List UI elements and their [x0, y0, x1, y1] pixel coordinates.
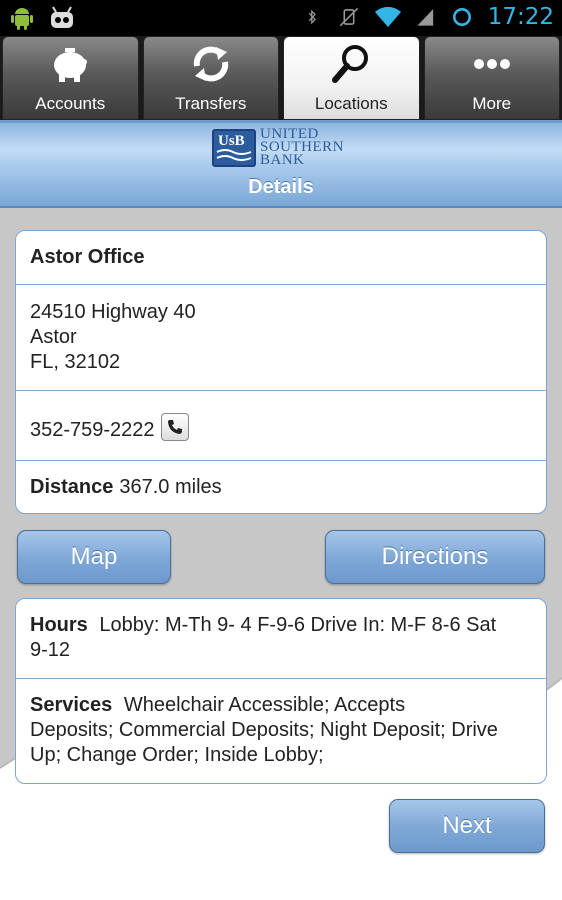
phone-number[interactable]: 352-759-2222: [30, 419, 155, 442]
location-name-row: Astor Office: [16, 231, 546, 285]
services-line-2: Deposits; Commercial Deposits; Night Dep…: [30, 719, 498, 741]
piggy-bank-icon: [54, 48, 88, 82]
magnifier-icon: [332, 45, 369, 83]
wifi-icon: [374, 6, 401, 27]
bank-logo: UsB UNITED SOUTHERN BANK: [212, 126, 345, 168]
address-line-3: FL, 32102: [30, 351, 121, 373]
clock: 17:22: [487, 4, 554, 30]
distance-label: Distance: [30, 475, 114, 498]
map-button[interactable]: Map: [17, 530, 171, 584]
sync-icon: [452, 8, 471, 26]
signal-icon: [417, 9, 433, 26]
logo-band: UsB UNITED SOUTHERN BANK: [0, 120, 562, 168]
status-bar: 17:22: [0, 0, 562, 36]
hours-line-2: 9-12: [30, 639, 71, 661]
bank-logo-text: UNITED SOUTHERN BANK: [260, 126, 345, 168]
next-button[interactable]: Next: [389, 799, 545, 853]
services-line-1: Wheelchair Accessible; Accepts: [123, 694, 406, 716]
bluetooth-icon: [308, 9, 316, 25]
tab-accounts[interactable]: Accounts: [0, 36, 141, 120]
services-line-3: Up; Change Order; Inside Lobby;: [30, 744, 324, 766]
location-name: Astor Office: [30, 246, 145, 268]
hours-line-1: Lobby: M-Th 9- 4 F-9-6 Drive In: M-F 8-6…: [99, 614, 497, 636]
distance-row: Distance 367.0 miles: [16, 461, 546, 513]
directions-button[interactable]: Directions: [325, 530, 545, 584]
bank-logo-mark: UsB: [212, 128, 256, 167]
address-line-1: 24510 Highway 40: [30, 301, 196, 323]
transfer-arrows-icon: [193, 46, 228, 82]
android-icon: [11, 8, 33, 30]
phone-row: 352-759-2222: [16, 391, 546, 461]
address-row: 24510 Highway 40 Astor FL, 32102: [16, 285, 546, 391]
tab-bar: Accounts Transfers Locations More: [0, 36, 562, 120]
cyanogen-icon: [51, 6, 73, 28]
vibrate-off-icon: [339, 7, 358, 27]
tab-locations[interactable]: Locations: [281, 36, 422, 120]
services-label: Services: [30, 694, 113, 716]
hours-row: Hours Lobby: M-Th 9- 4 F-9-6 Drive In: M…: [16, 599, 546, 679]
phone-call-icon[interactable]: [160, 412, 189, 441]
tab-transfers[interactable]: Transfers: [141, 36, 282, 120]
tab-more[interactable]: More: [422, 36, 562, 120]
page-title: Details: [248, 175, 314, 198]
services-row: Services Wheelchair Accessible; Accepts …: [16, 679, 546, 783]
hours-label: Hours: [30, 614, 88, 636]
address-line-2: Astor: [30, 326, 77, 348]
hours-services-card: Hours Lobby: M-Th 9- 4 F-9-6 Drive In: M…: [15, 598, 547, 784]
page-header: Details: [0, 168, 562, 208]
distance-value: 367.0 miles: [119, 475, 222, 498]
location-details-card: Astor Office 24510 Highway 40 Astor FL, …: [15, 230, 547, 514]
more-dots-icon: [473, 59, 510, 69]
